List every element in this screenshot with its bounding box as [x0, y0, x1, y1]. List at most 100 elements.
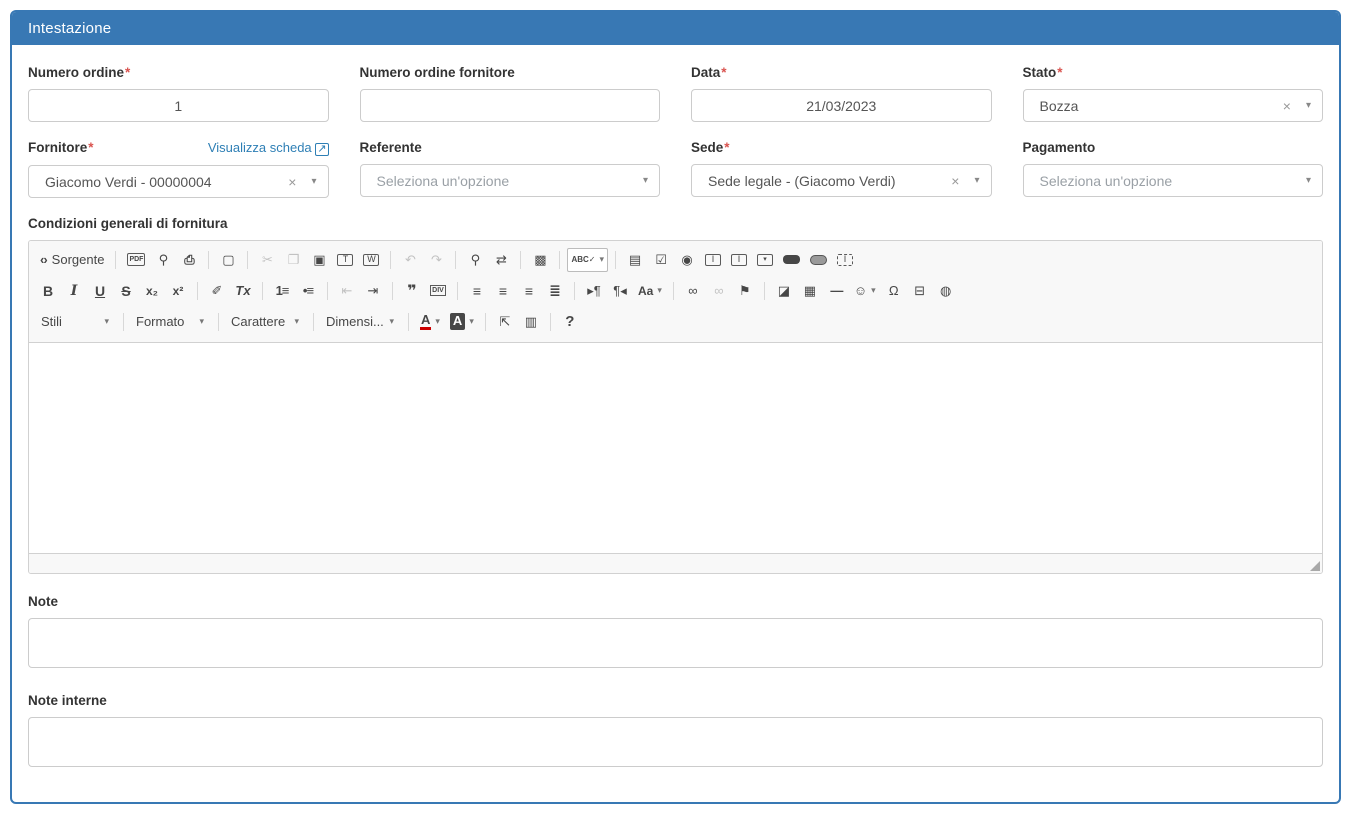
field-sede: Sede* Sede legale - (Giacomo Verdi) × ▾	[691, 140, 992, 198]
select-field-button[interactable]: ▾	[753, 248, 777, 272]
sede-select[interactable]: Sede legale - (Giacomo Verdi) × ▾	[691, 164, 992, 197]
styles-select[interactable]: Stili▾	[36, 310, 116, 334]
toolbar-group: ❞DIV	[399, 279, 451, 303]
justify-button[interactable]: ≣	[543, 279, 567, 303]
italic-button[interactable]: I	[62, 279, 86, 303]
note-interne-label: Note interne	[28, 693, 1323, 708]
field-stato: Stato* Bozza × ▾	[1023, 65, 1324, 122]
find-button[interactable]: ⚲	[463, 248, 487, 272]
horizontal-rule-button[interactable]: ―	[824, 279, 848, 303]
special-char-button[interactable]: Ω	[882, 279, 906, 303]
about-button[interactable]: ?	[558, 310, 582, 334]
hidden-field-button[interactable]: I	[833, 248, 857, 272]
replace-button[interactable]: ⇄	[489, 248, 513, 272]
div-container-button[interactable]: DIV	[426, 279, 450, 303]
align-center-button[interactable]: ≡	[491, 279, 515, 303]
chevron-down-icon[interactable]: ▾	[311, 177, 316, 187]
chevron-down-icon[interactable]: ▾	[1306, 176, 1311, 186]
chevron-down-icon[interactable]: ▾	[643, 176, 648, 186]
required-marker: *	[88, 140, 93, 155]
note-interne-textarea[interactable]	[28, 717, 1323, 767]
page-break-button[interactable]: ⊟	[908, 279, 932, 303]
toolbar-group: ◪▦―☺▾Ω⊟◍	[771, 279, 959, 303]
print-preview-button[interactable]: ⚲	[151, 248, 175, 272]
paste-word-button[interactable]: W	[359, 248, 383, 272]
toolbar-separator	[392, 282, 393, 300]
checkbox-button[interactable]: ☑	[649, 248, 673, 272]
text-field-button[interactable]: I	[701, 248, 725, 272]
copy-formatting-button[interactable]: ✐	[205, 279, 229, 303]
bg-color-button[interactable]: A▾	[446, 310, 478, 334]
select-all-button[interactable]: ▩	[528, 248, 552, 272]
data-input[interactable]	[691, 89, 992, 122]
ltr-button[interactable]: ▸¶	[582, 279, 606, 303]
remove-format-button[interactable]: Tx	[231, 279, 255, 303]
underline-button[interactable]: U	[88, 279, 112, 303]
rtl-button[interactable]: ¶◂	[608, 279, 632, 303]
print-button[interactable]: ⎙	[177, 248, 201, 272]
spellcheck-button[interactable]: ABC✓▾	[567, 248, 608, 272]
blockquote-button[interactable]: ❞	[400, 279, 424, 303]
required-marker: *	[125, 65, 130, 80]
superscript-button[interactable]: x²	[166, 279, 190, 303]
subscript-button[interactable]: x₂	[140, 279, 164, 303]
bold-button[interactable]: B	[36, 279, 60, 303]
language-button[interactable]: Aa▾	[634, 279, 666, 303]
redo-button: ↷	[424, 248, 448, 272]
clear-icon[interactable]: ×	[1283, 99, 1291, 113]
visualizza-scheda-link[interactable]: Visualizza scheda ↗	[208, 140, 329, 156]
editor-content-area[interactable]	[29, 343, 1322, 553]
clear-icon[interactable]: ×	[288, 175, 296, 189]
chevron-down-icon[interactable]: ▾	[974, 176, 979, 186]
font-select[interactable]: Carattere▾	[226, 310, 306, 334]
chevron-down-icon: ▾	[657, 285, 662, 296]
new-page-button[interactable]: ▢	[216, 248, 240, 272]
form-button-button[interactable]	[779, 248, 804, 272]
toolbar-group: ⇤⇥	[334, 279, 386, 303]
strikethrough-button[interactable]: S	[114, 279, 138, 303]
radio-button[interactable]: ◉	[675, 248, 699, 272]
note-textarea[interactable]	[28, 618, 1323, 668]
chevron-down-icon[interactable]: ▾	[1306, 101, 1311, 111]
paste-button[interactable]: ▣	[307, 248, 331, 272]
paste-text-button[interactable]: T	[333, 248, 357, 272]
numbered-list-button[interactable]: 1≡	[270, 279, 294, 303]
copy-button: ❐	[281, 248, 305, 272]
field-pagamento: Pagamento Seleziona un'opzione ▾	[1023, 140, 1324, 198]
table-button[interactable]: ▦	[798, 279, 822, 303]
toolbar-separator	[408, 313, 409, 331]
align-right-button[interactable]: ≡	[517, 279, 541, 303]
show-blocks-button[interactable]: ▥	[519, 310, 543, 334]
numero-ordine-fornitore-input[interactable]	[360, 89, 661, 122]
image-button-button[interactable]	[806, 248, 831, 272]
smiley-button[interactable]: ☺▾	[850, 279, 880, 303]
pagamento-select[interactable]: Seleziona un'opzione ▾	[1023, 164, 1324, 197]
resize-handle-icon[interactable]	[1310, 561, 1320, 571]
indent-button[interactable]: ⇥	[361, 279, 385, 303]
font-size-select[interactable]: Dimensi...▾	[321, 310, 401, 334]
toolbar-separator	[455, 251, 456, 269]
anchor-button[interactable]: ⚑	[733, 279, 757, 303]
stato-select[interactable]: Bozza × ▾	[1023, 89, 1324, 122]
fornitore-label: Fornitore	[28, 140, 87, 155]
form-grid-row-2: Fornitore* Visualizza scheda ↗ Giacomo V…	[28, 140, 1323, 198]
fornitore-select[interactable]: Giacomo Verdi - 00000004 × ▾	[28, 165, 329, 198]
toolbar-separator	[390, 251, 391, 269]
external-link-icon: ↗	[315, 143, 328, 156]
image-button[interactable]: ◪	[772, 279, 796, 303]
form-button[interactable]: ▤	[623, 248, 647, 272]
iframe-button[interactable]: ◍	[934, 279, 958, 303]
export-pdf-button[interactable]: PDF	[123, 248, 149, 272]
text-color-button[interactable]: A▾	[416, 310, 444, 334]
maximize-button[interactable]: ⇱	[493, 310, 517, 334]
link-button[interactable]: ∞	[681, 279, 705, 303]
format-select[interactable]: Formato▾	[131, 310, 211, 334]
source-button[interactable]: ‹›Sorgente	[36, 248, 108, 272]
numero-ordine-input[interactable]	[28, 89, 329, 122]
unlink-button: ∞	[707, 279, 731, 303]
align-left-button[interactable]: ≡	[465, 279, 489, 303]
textarea-button[interactable]: I	[727, 248, 751, 272]
bulleted-list-button[interactable]: •≡	[296, 279, 320, 303]
clear-icon[interactable]: ×	[951, 174, 959, 188]
referente-select[interactable]: Seleziona un'opzione ▾	[360, 164, 661, 197]
